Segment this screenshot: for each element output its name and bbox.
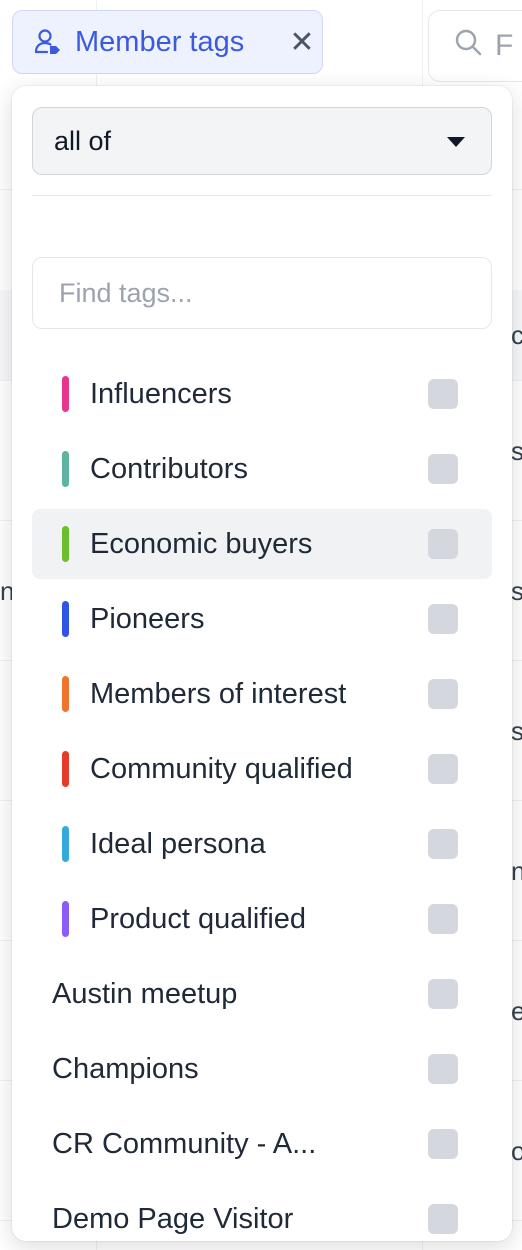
tag-label: Contributors — [90, 453, 248, 485]
tag-color-swatch — [62, 526, 69, 562]
tag-filter-dropdown: all of Influencers Contributors Economic… — [12, 86, 512, 1241]
tag-option[interactable]: Product qualified — [32, 884, 492, 954]
tag-option[interactable]: Demo Page Visitor — [32, 1184, 492, 1241]
tag-label: Influencers — [90, 378, 232, 410]
tag-option[interactable]: Ideal persona — [32, 809, 492, 879]
search-placeholder: F — [495, 29, 514, 62]
divider — [32, 195, 492, 196]
background-text: o — [511, 1136, 522, 1166]
background-text: s — [511, 576, 522, 606]
tag-checkbox[interactable] — [428, 754, 458, 784]
tag-option[interactable]: Contributors — [32, 434, 492, 504]
tag-label: Demo Page Visitor — [52, 1203, 294, 1235]
tag-color-swatch — [62, 901, 69, 937]
tag-option[interactable]: Members of interest — [32, 659, 492, 729]
tag-checkbox[interactable] — [428, 1054, 458, 1084]
tag-color-swatch — [62, 601, 69, 637]
tag-label: Product qualified — [90, 903, 307, 935]
tag-option[interactable]: Economic buyers — [32, 509, 492, 579]
tag-checkbox[interactable] — [428, 1129, 458, 1159]
filter-chip-label: Member tags — [75, 25, 245, 58]
user-tag-icon — [33, 27, 63, 57]
tag-label: Members of interest — [90, 678, 347, 710]
tag-checkbox[interactable] — [428, 379, 458, 409]
tag-color-swatch — [62, 826, 69, 862]
tag-checkbox[interactable] — [428, 529, 458, 559]
tag-label: Pioneers — [90, 603, 205, 635]
search-icon — [453, 27, 483, 65]
tag-option[interactable]: Austin meetup — [32, 959, 492, 1029]
tag-checkbox[interactable] — [428, 979, 458, 1009]
tag-checkbox[interactable] — [428, 604, 458, 634]
match-mode-value: all of — [54, 125, 112, 156]
tag-color-swatch — [62, 376, 69, 412]
tag-color-swatch — [62, 751, 69, 787]
tag-option[interactable]: Pioneers — [32, 584, 492, 654]
tag-label: Champions — [52, 1053, 199, 1085]
tag-color-swatch — [62, 451, 69, 487]
find-tags-input[interactable] — [32, 257, 492, 329]
background-text: e — [511, 996, 522, 1026]
tag-option[interactable]: CR Community - A... — [32, 1109, 492, 1179]
tag-option[interactable]: Champions — [32, 1034, 492, 1104]
tag-option[interactable]: Influencers — [32, 359, 492, 429]
match-mode-select[interactable]: all of — [32, 107, 492, 175]
close-icon[interactable]: ✕ — [282, 25, 322, 60]
tag-list: Influencers Contributors Economic buyers… — [32, 359, 492, 1241]
tag-checkbox[interactable] — [428, 829, 458, 859]
tag-label: Community qualified — [90, 753, 353, 785]
tag-color-swatch — [62, 676, 69, 712]
tag-label: CR Community - A... — [52, 1128, 317, 1160]
tag-checkbox[interactable] — [428, 679, 458, 709]
tag-label: Ideal persona — [90, 828, 266, 860]
tag-label: Austin meetup — [52, 978, 238, 1010]
background-text: s — [511, 716, 522, 746]
tag-checkbox[interactable] — [428, 454, 458, 484]
tag-checkbox[interactable] — [428, 904, 458, 934]
tag-label: Economic buyers — [90, 528, 313, 560]
tag-option[interactable]: Community qualified — [32, 734, 492, 804]
member-tags-filter-chip[interactable]: Member tags ✕ — [12, 10, 323, 74]
background-text: c — [511, 320, 522, 350]
caret-down-icon — [447, 137, 465, 147]
background-text: n — [511, 856, 522, 886]
background-text: s — [511, 436, 522, 466]
search-field[interactable]: F — [428, 10, 522, 82]
tag-checkbox[interactable] — [428, 1204, 458, 1234]
